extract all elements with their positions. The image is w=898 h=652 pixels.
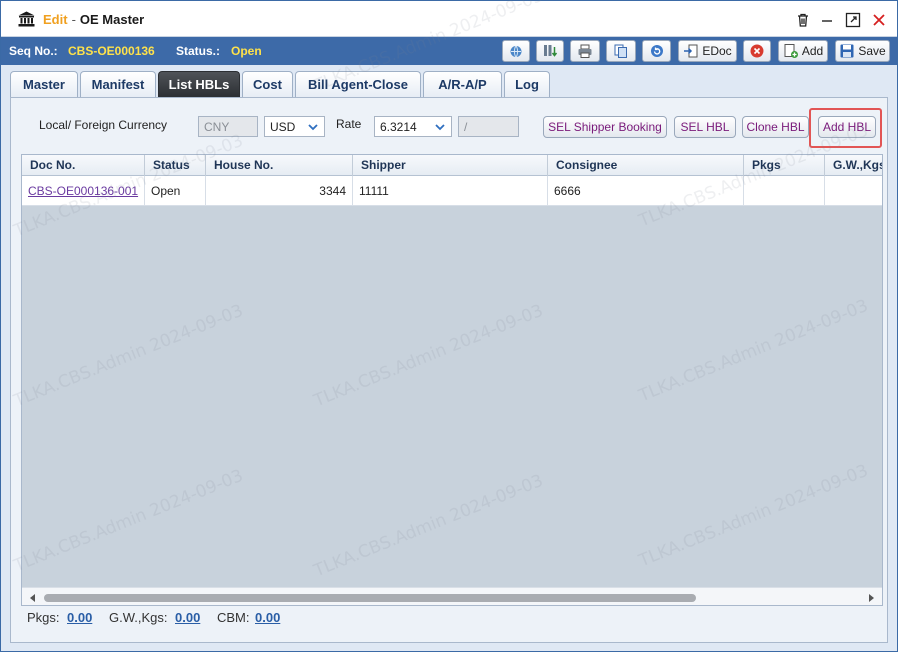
table-row[interactable]: CBS-OE000136-001 Open 3344 11111 6666 [22, 176, 882, 206]
col-shipper[interactable]: Shipper [353, 155, 548, 176]
row-house-no: 3344 [206, 176, 353, 206]
rate-value: 6.3214 [380, 120, 417, 134]
col-status[interactable]: Status [145, 155, 206, 176]
add-hbl-button[interactable]: Add HBL [818, 116, 876, 138]
import-doc-icon [683, 43, 699, 59]
pkgs-total-value[interactable]: 0.00 [67, 610, 92, 625]
printer-icon [577, 43, 593, 59]
tab-list-hbls[interactable]: List HBLs [158, 71, 240, 97]
col-pkgs[interactable]: Pkgs [744, 155, 825, 176]
col-house-no[interactable]: House No. [206, 155, 353, 176]
chevron-down-icon [302, 117, 324, 136]
bank-building-icon [18, 11, 35, 27]
tab-master[interactable]: Master [10, 71, 78, 97]
rate-input[interactable]: 6.3214 [374, 116, 452, 137]
title-bar: Edit - OE Master [1, 1, 897, 37]
copy-icon [613, 43, 629, 59]
window-title-text: OE Master [79, 12, 145, 27]
horizontal-scrollbar[interactable] [22, 587, 882, 605]
scroll-right-icon[interactable] [865, 592, 877, 604]
add-button[interactable]: Add [778, 40, 828, 62]
save-button[interactable]: Save [835, 40, 890, 62]
col-gw-kgs[interactable]: G.W.,Kgs [825, 155, 882, 176]
sel-hbl-button[interactable]: SEL HBL [674, 116, 736, 138]
sel-shipper-booking-button[interactable]: SEL Shipper Booking [543, 116, 667, 138]
stack-down-icon [542, 43, 558, 59]
list-hbls-panel: Local/ Foreign Currency CNY USD Rate 6.3… [10, 97, 888, 643]
close-icon[interactable] [871, 12, 887, 28]
refresh-icon [649, 43, 665, 59]
row-pkgs [744, 176, 825, 206]
scrollbar-thumb[interactable] [44, 594, 696, 602]
maximize-icon[interactable] [845, 12, 861, 28]
rate-extra-field: / [458, 116, 519, 137]
cbm-total-value[interactable]: 0.00 [255, 610, 280, 625]
pkgs-total-label: Pkgs: [27, 610, 60, 625]
tab-ar-ap[interactable]: A/R-A/P [423, 71, 502, 97]
chevron-down-icon [429, 117, 451, 136]
status-value: Open [231, 44, 262, 58]
foreign-currency-value: USD [270, 120, 296, 134]
stack-button[interactable] [536, 40, 564, 62]
trash-icon[interactable] [795, 12, 811, 28]
refresh-button[interactable] [642, 40, 671, 62]
window-title: Edit - OE Master [43, 12, 145, 27]
edoc-button[interactable]: EDoc [678, 40, 737, 62]
mode-label: Edit [43, 12, 68, 27]
col-consignee[interactable]: Consignee [548, 155, 744, 176]
scroll-left-icon[interactable] [27, 592, 39, 604]
row-gw [825, 176, 882, 206]
minimize-icon[interactable] [819, 12, 835, 28]
gw-total-label: G.W.,Kgs: [109, 610, 168, 625]
tab-bill-agent-close[interactable]: Bill Agent-Close [295, 71, 421, 97]
seq-no-label: Seq No.: [9, 44, 58, 58]
grid-header: Doc No. Status House No. Shipper Consign… [22, 155, 882, 176]
print-button[interactable] [570, 40, 600, 62]
rate-label: Rate [336, 117, 362, 131]
add-label: Add [801, 44, 824, 58]
cancel-circle-icon [749, 43, 765, 59]
record-header: Seq No.: CBS-OE000136 Status.: Open EDoc… [1, 37, 897, 65]
hbl-grid: Doc No. Status House No. Shipper Consign… [21, 154, 883, 606]
copy-button[interactable] [606, 40, 636, 62]
tab-manifest[interactable]: Manifest [80, 71, 156, 97]
tab-log[interactable]: Log [504, 71, 550, 97]
cancel-button[interactable] [743, 40, 771, 62]
row-shipper: 11111 [353, 176, 548, 206]
seq-no-value: CBS-OE000136 [68, 44, 155, 58]
add-doc-icon [783, 43, 799, 59]
edoc-label: EDoc [702, 44, 732, 58]
floppy-disk-icon [839, 43, 855, 59]
row-consignee: 6666 [548, 176, 744, 206]
row-status: Open [145, 176, 206, 206]
foreign-currency-select[interactable]: USD [264, 116, 325, 137]
cbm-total-label: CBM: [217, 610, 250, 625]
local-currency-field: CNY [198, 116, 258, 137]
doc-no-link[interactable]: CBS-OE000136-001 [22, 176, 145, 206]
clone-hbl-button[interactable]: Clone HBL [742, 116, 809, 138]
oe-master-window: Edit - OE Master Seq No.: CBS-OE000136 Sta… [0, 0, 898, 652]
tab-cost[interactable]: Cost [242, 71, 293, 97]
status-label: Status.: [176, 44, 221, 58]
save-label: Save [858, 44, 886, 58]
globe-send-icon [508, 43, 524, 59]
send-button[interactable] [502, 40, 530, 62]
currency-label: Local/ Foreign Currency [39, 118, 168, 132]
gw-total-value[interactable]: 0.00 [175, 610, 200, 625]
col-doc-no[interactable]: Doc No. [22, 155, 145, 176]
